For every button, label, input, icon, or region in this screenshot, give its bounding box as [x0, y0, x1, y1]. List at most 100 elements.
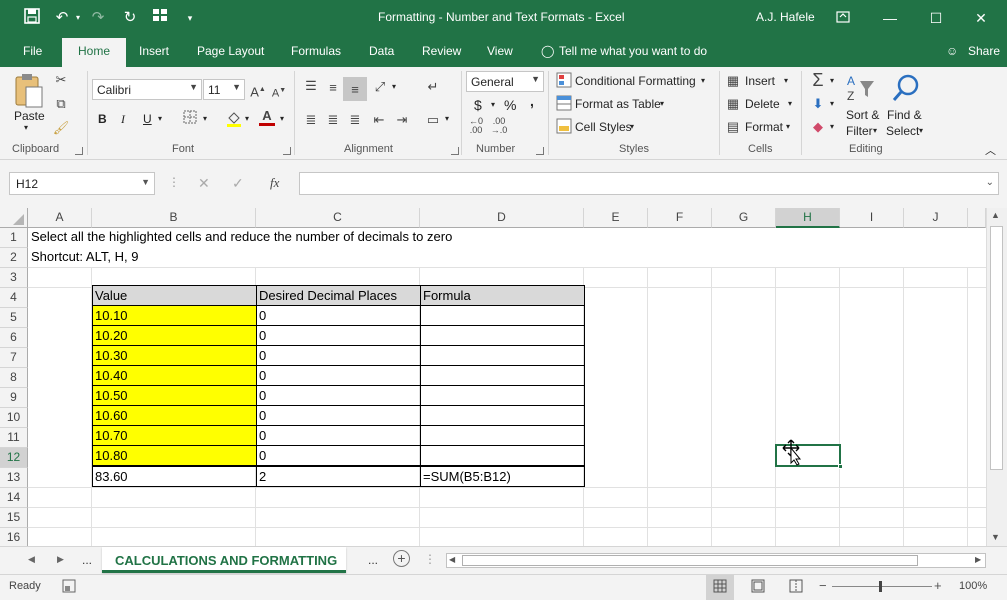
column-header[interactable]: D: [420, 208, 584, 228]
tell-me-search[interactable]: Tell me what you want to do: [559, 44, 707, 58]
page-layout-view-icon[interactable]: [751, 579, 765, 593]
sort-label[interactable]: Sort &: [846, 108, 879, 122]
fill-icon[interactable]: ⬇: [809, 95, 827, 113]
orientation-icon[interactable]: ⤢: [371, 78, 389, 96]
next-sheet-icon[interactable]: ▶: [57, 554, 64, 565]
font-launcher-icon[interactable]: [283, 147, 291, 155]
percent-button[interactable]: %: [504, 97, 516, 113]
borders-dropdown-icon[interactable]: ▾: [203, 114, 207, 123]
sort-dropdown-icon[interactable]: ▾: [873, 126, 877, 135]
column-header[interactable]: A: [28, 208, 92, 228]
total-decimal-cell[interactable]: 2: [256, 465, 421, 487]
row-header[interactable]: 2: [0, 248, 28, 268]
prev-sheet-icon[interactable]: ◀: [28, 554, 35, 565]
select-label[interactable]: Select: [886, 124, 919, 138]
insert-cells-icon[interactable]: ▦: [725, 72, 741, 90]
page-break-view-icon[interactable]: [789, 579, 803, 593]
align-right-icon[interactable]: ≣: [346, 111, 364, 129]
tab-data[interactable]: Data: [369, 44, 394, 58]
underline-button[interactable]: U: [143, 112, 152, 126]
autosum-dropdown-icon[interactable]: ▾: [830, 76, 834, 85]
formula-cell[interactable]: [420, 305, 585, 326]
save-icon[interactable]: [22, 8, 42, 28]
italic-button[interactable]: I: [121, 112, 125, 127]
top-align-icon[interactable]: ☰: [302, 77, 320, 95]
value-cell[interactable]: 10.50: [92, 385, 257, 406]
currency-button[interactable]: $: [474, 97, 482, 113]
formula-cell[interactable]: [420, 425, 585, 446]
zoom-in-icon[interactable]: +: [934, 578, 942, 593]
zoom-slider-thumb[interactable]: [879, 581, 882, 592]
filter-label[interactable]: Filter: [846, 124, 873, 138]
add-sheet-icon[interactable]: +: [393, 550, 410, 567]
merge-dropdown-icon[interactable]: ▾: [445, 114, 449, 123]
fill-color-dropdown-icon[interactable]: ▾: [245, 114, 249, 123]
wrap-text-icon[interactable]: ↵: [424, 78, 442, 96]
vertical-scrollbar[interactable]: ▲ ▼: [986, 208, 1007, 546]
zoom-out-icon[interactable]: −: [819, 578, 827, 593]
row-header[interactable]: 1: [0, 228, 28, 248]
sheet-tab-label[interactable]: CALCULATIONS AND FORMATTING: [115, 553, 337, 568]
hscroll-thumb[interactable]: [462, 555, 918, 566]
decimal-cell[interactable]: 0: [256, 445, 421, 466]
value-cell[interactable]: 10.80: [92, 445, 257, 466]
sheets-more-left[interactable]: ...: [82, 553, 92, 567]
worksheet-grid[interactable]: A B C D E F G H I J 1 2 3 4 5 6 7 8 9 10…: [0, 208, 986, 546]
decrease-decimal-icon[interactable]: .00 →.0: [490, 117, 508, 135]
formula-cell[interactable]: [420, 345, 585, 366]
middle-align-icon[interactable]: ≡: [324, 79, 342, 97]
customize-icon[interactable]: ▾: [180, 8, 200, 28]
row-header[interactable]: 11: [0, 428, 28, 448]
format-table-dropdown-icon[interactable]: ▾: [660, 99, 664, 108]
cut-icon[interactable]: ✂: [52, 71, 70, 89]
scroll-thumb[interactable]: [990, 226, 1003, 470]
row-header[interactable]: 6: [0, 328, 28, 348]
value-cell[interactable]: 10.20: [92, 325, 257, 346]
find-select-icon[interactable]: [891, 73, 921, 103]
find-label[interactable]: Find &: [887, 108, 922, 122]
scroll-down-icon[interactable]: ▼: [991, 532, 1000, 542]
copy-icon[interactable]: ⧉: [52, 95, 70, 113]
paste-icon[interactable]: [12, 73, 44, 111]
scroll-left-icon[interactable]: ◀: [449, 555, 455, 564]
merge-center-icon[interactable]: ▭: [424, 111, 442, 129]
column-header[interactable]: E: [584, 208, 648, 228]
number-format-dropdown[interactable]: General ▼: [466, 71, 544, 92]
bottom-align-icon[interactable]: ≡: [346, 81, 364, 99]
formula-cell[interactable]: [420, 385, 585, 406]
share-button[interactable]: Share: [968, 44, 1000, 58]
insert-dropdown-icon[interactable]: ▾: [784, 76, 788, 85]
decrease-font-icon[interactable]: A▼: [271, 82, 287, 103]
formula-input[interactable]: ⌄: [299, 172, 999, 195]
decrease-indent-icon[interactable]: ⇤: [370, 111, 388, 129]
row-header[interactable]: 10: [0, 408, 28, 428]
borders-icon[interactable]: [180, 110, 200, 129]
formula-cell[interactable]: [420, 405, 585, 426]
delete-cells-button[interactable]: Delete: [745, 97, 780, 111]
currency-dropdown-icon[interactable]: ▾: [491, 100, 495, 109]
table-header-cell[interactable]: Formula: [420, 285, 585, 306]
format-painter-icon[interactable]: 🖌: [52, 119, 70, 137]
undo-dropdown-icon[interactable]: ▾: [68, 8, 88, 28]
cell-styles-dropdown-icon[interactable]: ▾: [630, 122, 634, 131]
redo-icon[interactable]: ↷: [88, 8, 108, 28]
total-value-cell[interactable]: 83.60: [92, 465, 257, 487]
delete-cells-icon[interactable]: ▦: [725, 95, 741, 113]
table-header-cell[interactable]: Value: [92, 285, 257, 306]
tab-page-layout[interactable]: Page Layout: [197, 44, 264, 58]
insert-function-button[interactable]: fx: [270, 175, 279, 191]
macro-record-icon[interactable]: [62, 579, 76, 593]
clipboard-launcher-icon[interactable]: [75, 147, 83, 155]
insert-cells-button[interactable]: Insert: [745, 74, 775, 88]
underline-dropdown-icon[interactable]: ▾: [158, 114, 162, 123]
autosum-icon[interactable]: Σ: [808, 71, 828, 89]
total-formula-cell[interactable]: =SUM(B5:B12): [420, 465, 585, 487]
tab-formulas[interactable]: Formulas: [291, 44, 341, 58]
formula-cell[interactable]: [420, 325, 585, 346]
column-header[interactable]: [968, 208, 986, 228]
value-cell[interactable]: 10.30: [92, 345, 257, 366]
row-header[interactable]: 13: [0, 468, 28, 488]
cell-styles-button[interactable]: Cell Styles: [575, 120, 632, 134]
format-table-button[interactable]: Format as Table: [575, 97, 661, 111]
row-header[interactable]: 5: [0, 308, 28, 328]
